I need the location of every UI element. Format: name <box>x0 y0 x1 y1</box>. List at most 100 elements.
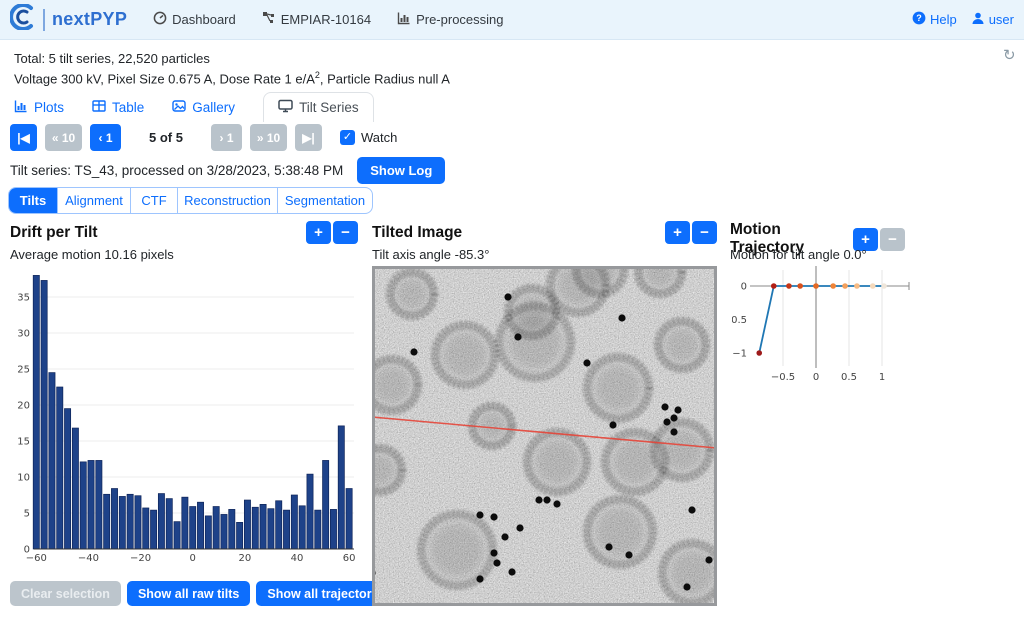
tab-tilt-series[interactable]: Tilt Series <box>263 92 374 122</box>
help-icon: ? <box>912 11 926 28</box>
tab-segmentation[interactable]: Segmentation <box>277 188 372 213</box>
svg-text:0.5: 0.5 <box>841 372 857 383</box>
page: nextPYP Dashboard EMPIAR-10164 Pre-proce… <box>0 0 1024 638</box>
tab-label: Gallery <box>192 100 235 115</box>
motion-trajectory-chart: 0 −0.5 −1 −0.5 0 0.5 1 <box>732 264 917 392</box>
svg-text:−20: −20 <box>130 553 151 564</box>
forward-10-button[interactable]: » 10 <box>250 124 287 151</box>
svg-text:20: 20 <box>17 401 30 412</box>
nav-item-dashboard[interactable]: Dashboard <box>153 11 236 28</box>
pager: |◀ « 10 ‹ 1 5 of 5 › 1 » 10 ▶| ✓ Watch <box>10 124 397 151</box>
series-info: Tilt series: TS_43, processed on 3/28/20… <box>10 157 445 184</box>
svg-text:−1: −1 <box>732 349 747 360</box>
drift-zoom-out-button[interactable]: − <box>333 221 358 244</box>
svg-text:−0.5: −0.5 <box>732 315 747 326</box>
svg-text:15: 15 <box>17 437 30 448</box>
clear-selection-button[interactable]: Clear selection <box>10 581 121 606</box>
help-link[interactable]: ? Help <box>912 11 957 28</box>
svg-text:40: 40 <box>291 553 304 564</box>
view-tabs: Plots Table Gallery Tilt Series <box>14 92 374 122</box>
tilted-zoom-in-button[interactable]: + <box>665 221 690 244</box>
show-log-button[interactable]: Show Log <box>357 157 445 184</box>
back-10-button[interactable]: « 10 <box>45 124 82 151</box>
tab-tilts[interactable]: Tilts <box>9 188 57 213</box>
plots-icon <box>14 99 28 116</box>
tab-table[interactable]: Table <box>92 92 144 122</box>
brand[interactable]: nextPYP <box>10 4 127 35</box>
last-button[interactable]: ▶| <box>295 124 322 151</box>
tilted-zoom-out-button[interactable]: − <box>692 221 717 244</box>
detail-tabs: Tilts Alignment CTF Reconstruction Segme… <box>8 187 373 214</box>
gauge-icon <box>153 11 167 28</box>
tilted-micrograph-image[interactable] <box>372 266 717 606</box>
drift-panel-header: Drift per Tilt + − <box>10 221 358 244</box>
project-icon <box>262 11 276 28</box>
nav-item-preprocessing[interactable]: Pre-processing <box>397 11 503 28</box>
tab-alignment[interactable]: Alignment <box>57 188 130 213</box>
tilted-panel-subtitle: Tilt axis angle -85.3° <box>372 247 489 262</box>
drift-zoom-in-button[interactable]: + <box>306 221 331 244</box>
nav-item-label: Pre-processing <box>416 12 503 27</box>
nav-item-label: EMPIAR-10164 <box>281 12 371 27</box>
svg-text:10: 10 <box>17 473 30 484</box>
tab-plots[interactable]: Plots <box>14 92 64 122</box>
svg-text:5: 5 <box>24 509 30 520</box>
svg-text:−60: −60 <box>26 553 47 564</box>
svg-text:?: ? <box>916 13 922 23</box>
tab-label: Plots <box>34 100 64 115</box>
svg-text:0: 0 <box>190 553 196 564</box>
svg-text:35: 35 <box>17 293 30 304</box>
user-link[interactable]: user <box>971 11 1014 28</box>
svg-text:−40: −40 <box>78 553 99 564</box>
svg-text:−0.5: −0.5 <box>771 372 795 383</box>
svg-text:0: 0 <box>813 372 819 383</box>
watch-label: Watch <box>361 130 397 145</box>
summary-line-2: Voltage 300 kV, Pixel Size 0.675 A, Dose… <box>14 70 450 86</box>
refresh-icon[interactable]: ↻ <box>1003 46 1016 64</box>
tilted-panel-header: Tilted Image + − <box>372 221 717 244</box>
svg-text:30: 30 <box>17 329 30 340</box>
gallery-icon <box>172 99 186 116</box>
svg-text:25: 25 <box>17 365 30 376</box>
bar-chart-icon <box>397 11 411 28</box>
svg-text:60: 60 <box>343 553 356 564</box>
tab-label: Tilt Series <box>299 100 359 115</box>
tab-gallery[interactable]: Gallery <box>172 92 235 122</box>
navbar-right: ? Help user <box>912 11 1014 28</box>
table-icon <box>92 99 106 116</box>
user-icon <box>971 11 985 28</box>
motion-panel-subtitle: Motion for tilt angle 0.0° <box>730 247 867 262</box>
first-button[interactable]: |◀ <box>10 124 37 151</box>
nav-item-project[interactable]: EMPIAR-10164 <box>262 11 371 28</box>
brand-name: nextPYP <box>52 9 127 30</box>
motion-zoom-out-button[interactable]: − <box>880 228 905 251</box>
drift-panel-title: Drift per Tilt <box>10 224 98 242</box>
summary-line-2b: , Particle Radius null A <box>320 71 450 86</box>
summary-line-2a: Voltage 300 kV, Pixel Size 0.675 A, Dose… <box>14 71 315 86</box>
tab-ctf[interactable]: CTF <box>130 188 177 213</box>
forward-1-button[interactable]: › 1 <box>211 124 242 151</box>
watch-checkbox[interactable]: ✓ <box>340 130 355 145</box>
drift-per-tilt-chart: 05101520253035−60−40−200204060 <box>8 264 368 570</box>
watch-control: ✓ Watch <box>340 130 397 145</box>
nextpyp-logo-icon <box>10 4 36 35</box>
svg-text:0: 0 <box>741 282 747 293</box>
svg-text:20: 20 <box>238 553 251 564</box>
user-label: user <box>989 12 1014 27</box>
navbar: nextPYP Dashboard EMPIAR-10164 Pre-proce… <box>0 0 1024 40</box>
back-1-button[interactable]: ‹ 1 <box>90 124 121 151</box>
series-text: Tilt series: TS_43, processed on 3/28/20… <box>10 163 343 178</box>
help-label: Help <box>930 12 957 27</box>
svg-text:1: 1 <box>879 372 885 383</box>
footer-actions: Clear selection Show all raw tilts Show … <box>10 581 400 606</box>
drift-panel-subtitle: Average motion 10.16 pixels <box>10 247 174 262</box>
tab-reconstruction[interactable]: Reconstruction <box>177 188 277 213</box>
monitor-icon <box>278 99 293 116</box>
summary-line-1: Total: 5 tilt series, 22,520 particles <box>14 51 210 66</box>
show-all-raw-tilts-button[interactable]: Show all raw tilts <box>127 581 250 606</box>
brand-divider <box>43 9 45 31</box>
nav-item-label: Dashboard <box>172 12 236 27</box>
tilted-panel-title: Tilted Image <box>372 224 462 242</box>
tab-label: Table <box>112 100 144 115</box>
pager-status: 5 of 5 <box>129 130 203 145</box>
